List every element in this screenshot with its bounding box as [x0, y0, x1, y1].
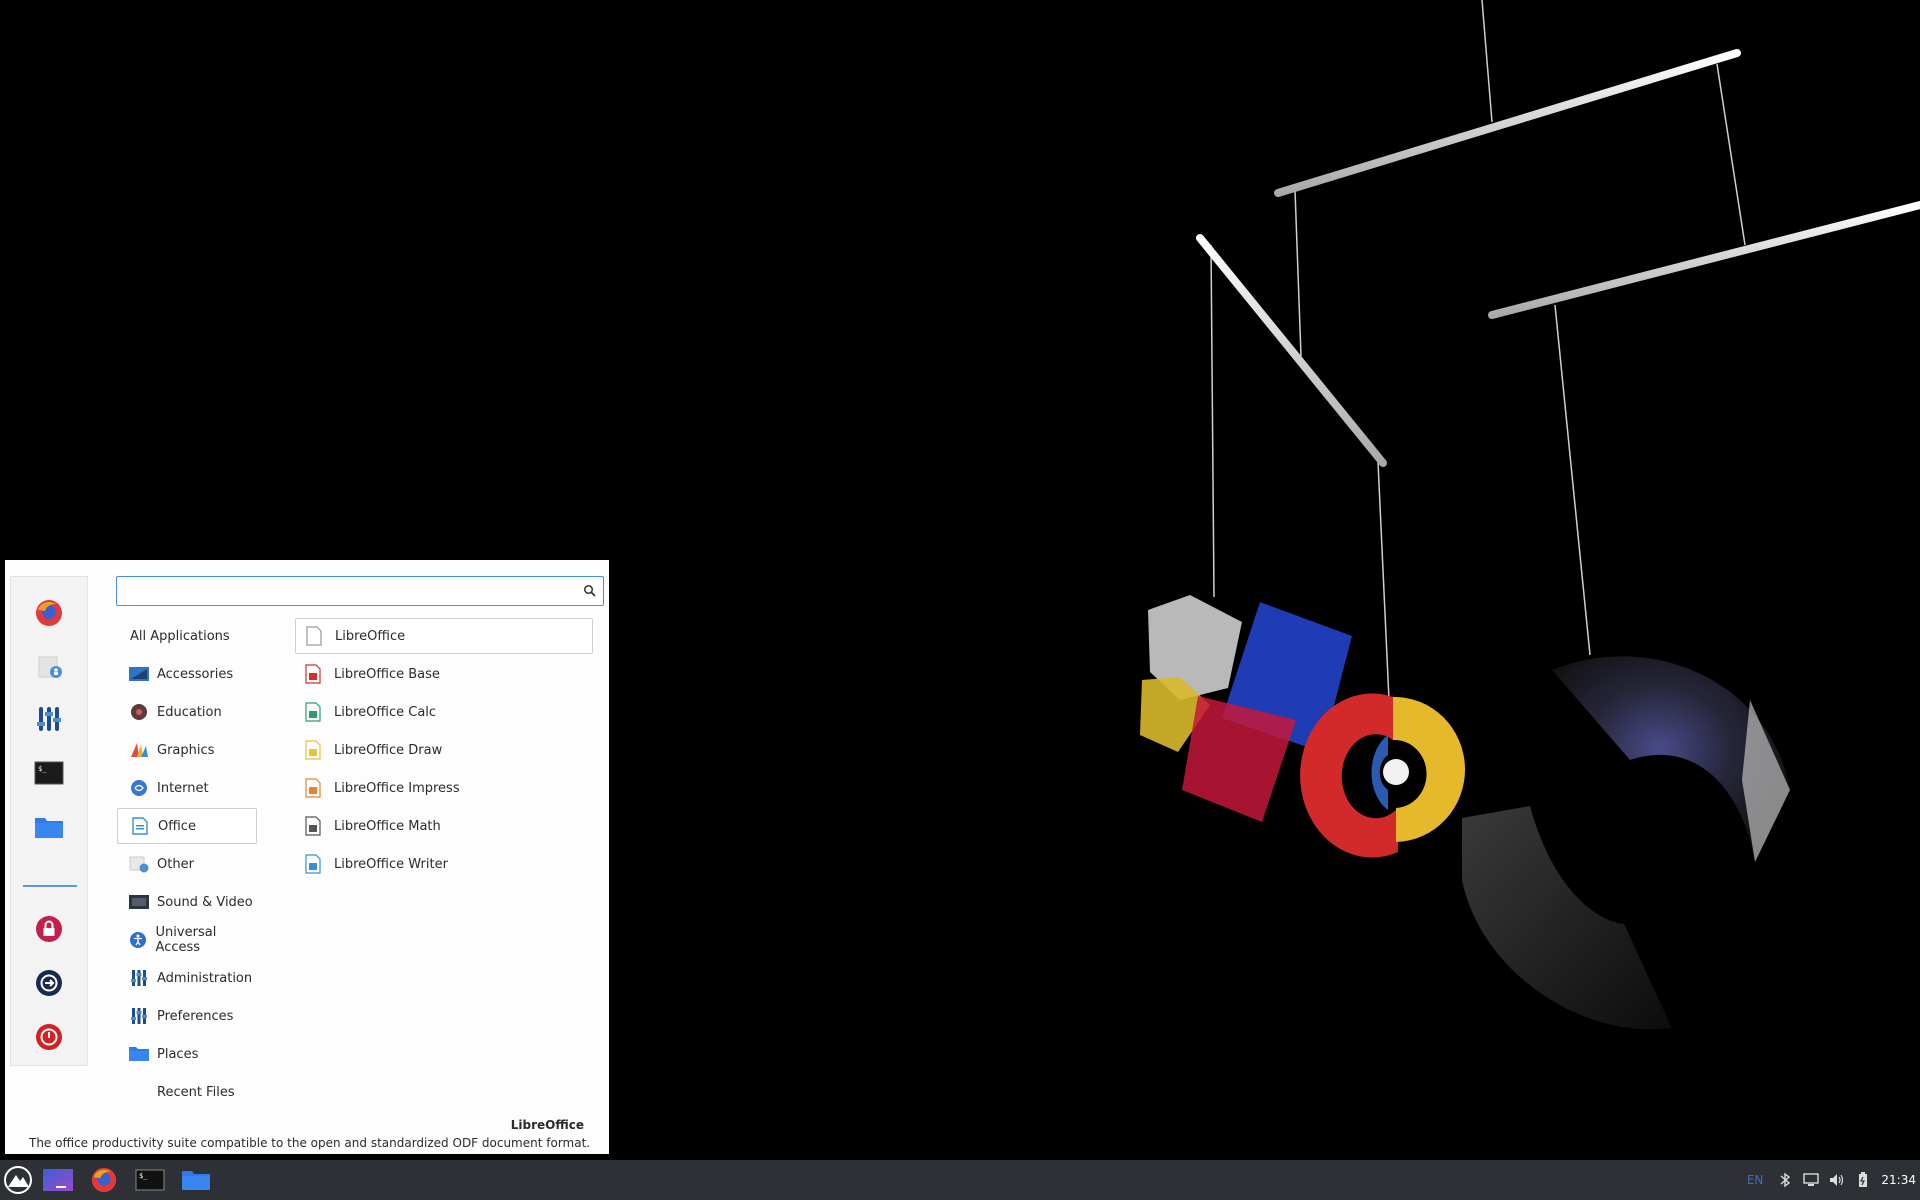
description-title: LibreOffice	[510, 1118, 584, 1132]
logout-icon[interactable]	[31, 965, 67, 1001]
keyboard-layout[interactable]: EN	[1747, 1173, 1764, 1187]
category-label: Graphics	[157, 742, 215, 758]
files-icon[interactable]	[180, 1164, 212, 1196]
category-universal-access[interactable]: Universal Access	[117, 922, 257, 958]
accessories-icon	[129, 664, 149, 684]
system-tray: EN 21:34	[1747, 1160, 1920, 1200]
category-sound-video[interactable]: Sound & Video	[117, 884, 257, 920]
app-label: LibreOffice Impress	[334, 780, 460, 796]
category-all-applications[interactable]: All Applications	[117, 618, 257, 654]
firefox-icon[interactable]	[88, 1164, 120, 1196]
category-label: All Applications	[130, 628, 230, 644]
office-icon	[130, 816, 150, 836]
description-text: The office productivity suite compatible…	[29, 1136, 589, 1150]
category-internet[interactable]: Internet	[117, 770, 257, 806]
libreoffice-writer-icon	[305, 854, 321, 874]
user-folder-icon[interactable]	[31, 648, 67, 684]
firefox-icon[interactable]	[31, 595, 67, 631]
files-icon[interactable]	[31, 809, 67, 845]
lock-icon[interactable]	[31, 911, 67, 947]
category-label: Universal Access	[155, 925, 217, 955]
display-icon[interactable]	[1803, 1172, 1820, 1188]
category-label: Places	[157, 1046, 199, 1062]
category-label: Administration	[157, 970, 253, 986]
category-graphics[interactable]: Graphics	[117, 732, 257, 768]
internet-icon	[129, 778, 149, 798]
power-icon[interactable]	[31, 1019, 67, 1055]
app-label: LibreOffice Writer	[334, 856, 448, 872]
sound-video-icon	[129, 892, 149, 912]
terminal-icon[interactable]: $_	[31, 755, 67, 791]
app-label: LibreOffice	[335, 628, 406, 644]
search-input[interactable]	[117, 577, 573, 605]
app-label: LibreOffice Calc	[334, 704, 437, 720]
category-office[interactable]: Office	[117, 808, 257, 844]
battery-icon[interactable]	[1855, 1172, 1871, 1188]
education-icon	[129, 702, 149, 722]
app-libreoffice-impress[interactable]: LibreOffice Impress	[295, 770, 593, 806]
app-libreoffice-draw[interactable]: LibreOffice Draw	[295, 732, 593, 768]
category-education[interactable]: Education	[117, 694, 257, 730]
category-recent-files[interactable]: Recent Files	[117, 1074, 257, 1110]
category-label: Internet	[157, 780, 209, 796]
app-libreoffice-calc[interactable]: LibreOffice Calc	[295, 694, 593, 730]
search-box	[116, 576, 604, 606]
libreoffice-base-icon	[305, 664, 321, 684]
svg-text:$_: $_	[139, 1172, 148, 1180]
application-menu: $_ All Applications Accessories Educatio…	[5, 560, 609, 1154]
category-label: Other	[157, 856, 194, 872]
preferences-icon	[129, 1006, 149, 1026]
app-label: LibreOffice Math	[334, 818, 441, 834]
category-administration[interactable]: Administration	[117, 960, 257, 996]
app-libreoffice[interactable]: LibreOffice	[295, 618, 593, 654]
separator	[23, 885, 77, 887]
libreoffice-icon	[306, 626, 322, 646]
app-libreoffice-math[interactable]: LibreOffice Math	[295, 808, 593, 844]
app-label: LibreOffice Base	[334, 666, 440, 682]
category-label: Sound & Video	[157, 894, 253, 910]
settings-icon[interactable]	[31, 701, 67, 737]
folder-icon	[129, 1044, 149, 1064]
app-libreoffice-base[interactable]: LibreOffice Base	[295, 656, 593, 692]
bluetooth-icon[interactable]	[1777, 1172, 1793, 1188]
category-preferences[interactable]: Preferences	[117, 998, 257, 1034]
taskbar: $_ EN 21:34	[0, 1160, 1920, 1200]
universal-access-icon	[129, 930, 148, 950]
libreoffice-math-icon	[305, 816, 321, 836]
search-icon[interactable]	[583, 584, 597, 598]
category-other[interactable]: Other	[117, 846, 257, 882]
administration-icon	[129, 968, 149, 988]
category-label: Recent Files	[157, 1084, 235, 1100]
favorites-panel: $_	[10, 576, 88, 1066]
svg-text:$_: $_	[38, 765, 47, 773]
volume-icon[interactable]	[1829, 1172, 1845, 1188]
category-label: Office	[158, 818, 196, 834]
libreoffice-draw-icon	[305, 740, 321, 760]
category-label: Preferences	[157, 1008, 234, 1024]
graphics-icon	[129, 740, 149, 760]
category-label: Education	[157, 704, 222, 720]
libreoffice-impress-icon	[305, 778, 321, 798]
libreoffice-calc-icon	[305, 702, 321, 722]
menu-logo-icon[interactable]	[2, 1164, 34, 1196]
app-label: LibreOffice Draw	[334, 742, 443, 758]
other-icon	[129, 854, 149, 874]
terminal-icon[interactable]: $_	[134, 1164, 166, 1196]
app-libreoffice-writer[interactable]: LibreOffice Writer	[295, 846, 593, 882]
category-label: Accessories	[157, 666, 234, 682]
workspace-icon[interactable]	[42, 1164, 74, 1196]
clock[interactable]: 21:34	[1881, 1173, 1916, 1187]
category-places[interactable]: Places	[117, 1036, 257, 1072]
category-accessories[interactable]: Accessories	[117, 656, 257, 692]
